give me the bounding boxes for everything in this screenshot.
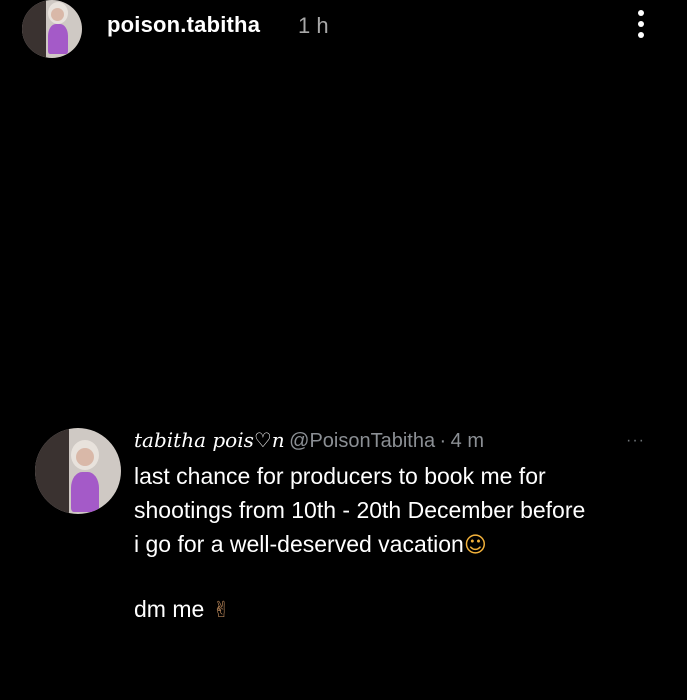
story-timestamp: 1 h — [298, 13, 329, 38]
smiling-face-hearts-icon: ☺ — [463, 533, 487, 558]
tweet-text-line: i go for a well-deserved vacation☺ — [134, 531, 487, 558]
more-options-icon[interactable] — [628, 6, 654, 42]
tweet-display-name: tabitha pois♡n — [134, 428, 285, 452]
tweet-text-line: shootings from 10th - 20th December befo… — [134, 497, 586, 523]
tweet-text-line: last chance for producers to book me for — [134, 463, 546, 489]
tweet-text: last chance for producers to book me for… — [134, 459, 674, 563]
tweet-handle: @PoisonTabitha — [289, 430, 436, 452]
tweet-separator: · — [439, 430, 447, 452]
story-username[interactable]: poison.tabitha — [107, 12, 260, 38]
tweet-timestamp: 4 m — [450, 430, 485, 452]
profile-avatar[interactable] — [22, 0, 82, 58]
story-header: poison.tabitha 1 h — [0, 0, 687, 58]
tweet-header: tabitha pois♡n @PoisonTabitha · 4 m — [134, 428, 484, 453]
peace-hand-icon: ✌ — [212, 598, 231, 623]
tweet-more-icon: ··· — [626, 432, 645, 449]
tweet-text-dm: dm me ✌ — [134, 596, 231, 623]
tweet-author-avatar — [35, 428, 121, 514]
